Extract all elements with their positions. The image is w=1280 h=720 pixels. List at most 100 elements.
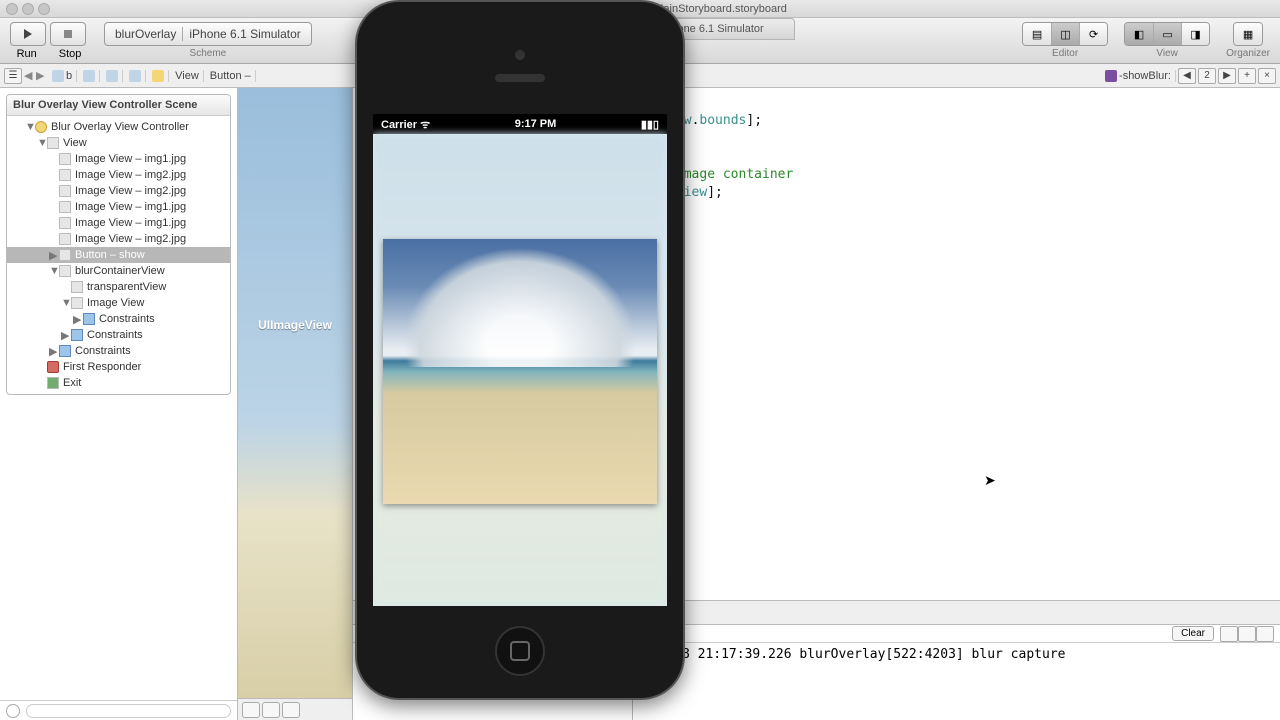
imageview-icon — [59, 233, 71, 245]
console-output[interactable]: 3-06-18 21:17:39.226 blurOverlay[522:420… — [633, 643, 1280, 720]
method-icon — [1105, 70, 1117, 82]
view-icon — [59, 265, 71, 277]
jumpbar-next-icon[interactable]: ▶ — [1218, 68, 1236, 84]
tree-label: blurContainerView — [75, 265, 165, 277]
status-bar: Carrier ᯤ 9:17 PM ▮▮▯ — [373, 114, 667, 134]
related-items-icon[interactable]: ☰ — [4, 68, 22, 84]
tree-row[interactable]: ▶Constraints — [7, 327, 230, 343]
tree-label: Constraints — [99, 313, 155, 325]
crumb-label: b — [66, 70, 72, 82]
tree-label: Image View – img1.jpg — [75, 201, 186, 213]
filter-input[interactable] — [26, 704, 231, 718]
view-icon — [47, 137, 59, 149]
interface-builder-canvas[interactable]: UIImageView — [238, 88, 353, 720]
tree-row[interactable]: ▼Blur Overlay View Controller — [7, 119, 230, 135]
show-navigator-icon[interactable]: ◧ — [1125, 23, 1153, 45]
tree-label: Image View – img2.jpg — [75, 185, 186, 197]
jumpbar-add-icon[interactable]: + — [1238, 68, 1256, 84]
tree-row[interactable]: Image View – img1.jpg — [7, 215, 230, 231]
file-icon — [106, 70, 118, 82]
jumpbar-counter: 2 — [1198, 68, 1216, 84]
imageview-icon — [59, 185, 71, 197]
tree-row[interactable]: ▶Constraints — [7, 311, 230, 327]
exit-icon — [47, 377, 59, 389]
clear-console-button[interactable]: Clear — [1172, 626, 1214, 641]
console-pane-left-icon[interactable] — [1220, 626, 1238, 642]
ib-zoom-out-icon[interactable] — [242, 702, 260, 718]
jumpbar-close-icon[interactable]: × — [1258, 68, 1276, 84]
home-button[interactable] — [495, 626, 545, 676]
back-icon[interactable]: ◀ — [24, 69, 34, 82]
jumpbar-crumb[interactable]: Button – — [206, 70, 256, 82]
imageview-icon — [71, 297, 83, 309]
crumb-label: Button – — [210, 70, 251, 82]
tree-row[interactable]: transparentView — [7, 279, 230, 295]
jumpbar-prev-icon[interactable]: ◀ — [1178, 68, 1196, 84]
tree-label: Image View – img2.jpg — [75, 169, 186, 181]
tree-row[interactable]: Image View – img2.jpg — [7, 167, 230, 183]
ib-zoom-toolbar — [238, 698, 352, 720]
tree-label: Image View – img1.jpg — [75, 217, 186, 229]
tree-row[interactable]: Exit — [7, 375, 230, 391]
standard-editor-icon[interactable]: ▤ — [1023, 23, 1051, 45]
imageview-icon — [59, 169, 71, 181]
forward-icon[interactable]: ▶ — [36, 69, 46, 82]
tree-row[interactable]: Image View – img1.jpg — [7, 199, 230, 215]
crumb-label: View — [175, 70, 199, 82]
jumpbar-crumb[interactable] — [125, 70, 146, 82]
filter-icon[interactable] — [6, 704, 20, 718]
jumpbar-crumb[interactable]: b — [48, 70, 77, 82]
console-pane-right-icon[interactable] — [1256, 626, 1274, 642]
assistant-editor-icon[interactable]: ◫ — [1051, 23, 1079, 45]
tree-row[interactable]: ▼Image View — [7, 295, 230, 311]
simulator-screen[interactable]: Carrier ᯤ 9:17 PM ▮▮▯ — [373, 114, 667, 606]
imageview-icon — [59, 217, 71, 229]
tree-label: First Responder — [63, 361, 141, 373]
status-carrier: Carrier ᯤ — [381, 117, 430, 132]
phone-camera-icon — [515, 50, 525, 60]
editor-mode-segmented[interactable]: ▤ ◫ ⟳ — [1022, 22, 1108, 46]
version-editor-icon[interactable]: ⟳ — [1079, 23, 1107, 45]
tree-row[interactable]: ▶Constraints — [7, 343, 230, 359]
view-panes-segmented[interactable]: ◧ ▭ ◨ — [1124, 22, 1210, 46]
tree-label: Image View — [87, 297, 144, 309]
photo-overlay — [383, 239, 657, 504]
show-debug-icon[interactable]: ▭ — [1153, 23, 1181, 45]
folder-icon — [83, 70, 95, 82]
jumpbar-crumb[interactable]: View — [171, 70, 204, 82]
imageview-icon — [59, 201, 71, 213]
folder-icon — [52, 70, 64, 82]
navigator: Blur Overlay View Controller Scene ▼Blur… — [0, 88, 238, 720]
tree-row[interactable]: Image View – img1.jpg — [7, 151, 230, 167]
jumpbar-crumb[interactable] — [102, 70, 123, 82]
tree-row[interactable]: Image View – img2.jpg — [7, 231, 230, 247]
run-button[interactable] — [10, 22, 46, 46]
jumpbar-crumb[interactable] — [148, 70, 169, 82]
stop-button[interactable] — [50, 22, 86, 46]
tree-row[interactable]: ▼View — [7, 135, 230, 151]
constraints-icon — [59, 345, 71, 357]
ib-zoom-actual-icon[interactable] — [262, 702, 280, 718]
jumpbar-method[interactable]: -showBlur: — [1101, 70, 1176, 82]
show-utilities-icon[interactable]: ◨ — [1181, 23, 1209, 45]
tree-label: transparentView — [87, 281, 166, 293]
tree-row-selected[interactable]: ▶Button – show — [7, 247, 230, 263]
battery-icon: ▮▮▯ — [641, 118, 659, 131]
first-responder-icon — [47, 361, 59, 373]
console-pane-both-icon[interactable] — [1238, 626, 1256, 642]
imageview-icon — [59, 153, 71, 165]
phone-speaker-icon — [495, 74, 545, 82]
organizer-button[interactable]: ▦ — [1233, 22, 1263, 46]
ib-zoom-in-icon[interactable] — [282, 702, 300, 718]
jumpbar-crumb[interactable] — [79, 70, 100, 82]
scheme-app: blurOverlay — [115, 27, 176, 41]
scheme-selector[interactable]: blurOverlay iPhone 6.1 Simulator — [104, 22, 312, 46]
organizer-icon[interactable]: ▦ — [1234, 23, 1262, 45]
mouse-cursor-icon: ➤ — [984, 472, 996, 489]
tree-row[interactable]: First Responder — [7, 359, 230, 375]
tree-row[interactable]: ▼blurContainerView — [7, 263, 230, 279]
tree-label: Exit — [63, 377, 81, 389]
stop-label: Stop — [59, 48, 82, 60]
crumb-label: -showBlur: — [1119, 70, 1171, 82]
tree-row[interactable]: Image View – img2.jpg — [7, 183, 230, 199]
